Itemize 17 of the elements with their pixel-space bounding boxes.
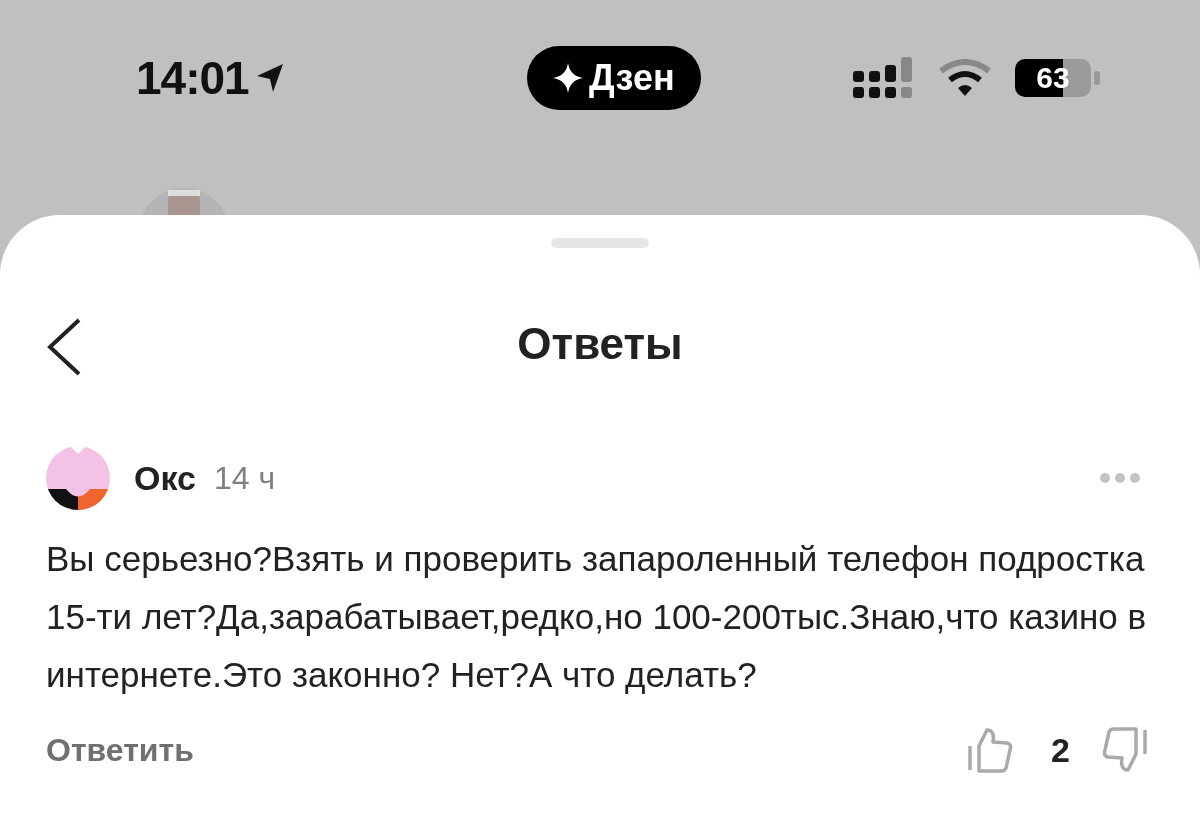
- wifi-icon: [939, 59, 991, 97]
- reply-button[interactable]: Ответить: [46, 731, 194, 769]
- sheet-title: Ответы: [517, 319, 683, 369]
- sparkle-icon: [552, 63, 583, 93]
- thumbs-up-icon[interactable]: [967, 726, 1014, 774]
- author-name[interactable]: Окс: [134, 458, 196, 498]
- chevron-left-icon: [46, 318, 82, 376]
- drag-handle[interactable]: [551, 238, 649, 248]
- comment-text: Вы серьезно?Взять и проверить запароленный телефон подростка 15-ти лет?Да,зарабатывает,редко,но 100-200тыс.Знаю,что казино в интернете.Это законно? Нет?А что делать?: [46, 538, 1148, 696]
- app-badge[interactable]: Дзен: [526, 46, 701, 110]
- battery-tip-icon: [1094, 71, 1100, 85]
- clock: 14:01: [136, 51, 249, 105]
- comment-time: 14 ч: [213, 459, 276, 497]
- thumbs-down-icon[interactable]: [1102, 726, 1148, 774]
- like-count: 2: [1051, 730, 1070, 770]
- signal-icon: [853, 57, 915, 99]
- more-icon[interactable]: [1100, 473, 1140, 483]
